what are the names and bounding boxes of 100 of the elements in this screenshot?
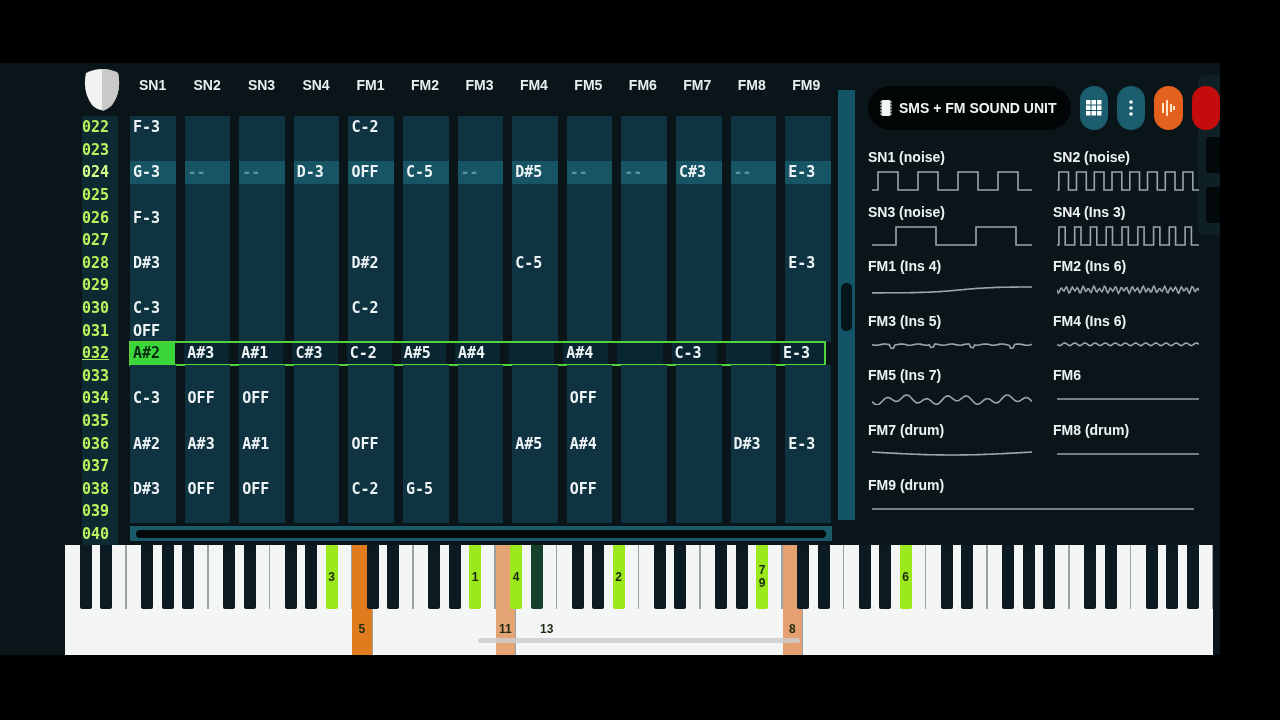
horizontal-scrollbar[interactable]: [130, 526, 832, 541]
channel-header[interactable]: FM4: [511, 76, 566, 93]
note-cell[interactable]: D#5: [512, 161, 558, 184]
empty-cell[interactable]: [184, 138, 231, 162]
empty-cell[interactable]: [566, 500, 613, 523]
note-cell[interactable]: F-3: [130, 206, 176, 229]
note-cell[interactable]: OFF: [184, 387, 231, 410]
empty-cell[interactable]: [130, 364, 176, 388]
note-cell[interactable]: E-3: [785, 161, 831, 184]
empty-cell[interactable]: [730, 364, 777, 388]
note-cell[interactable]: OFF: [239, 387, 285, 410]
empty-cell[interactable]: [293, 138, 340, 162]
empty-cell[interactable]: [512, 183, 558, 207]
empty-cell[interactable]: [785, 364, 831, 388]
empty-cell[interactable]: [785, 319, 831, 342]
note-cell[interactable]: C-2: [348, 296, 394, 320]
scroll-indicator[interactable]: [478, 638, 800, 643]
empty-cell[interactable]: [457, 138, 504, 162]
empty-cell[interactable]: [675, 500, 722, 523]
empty-cell[interactable]: [402, 116, 449, 139]
note-cell[interactable]: C#3: [675, 161, 722, 184]
empty-cell[interactable]: [730, 116, 777, 139]
channel-header[interactable]: FM9: [783, 76, 838, 93]
empty-cell[interactable]: [293, 500, 340, 523]
empty-cell[interactable]: [512, 364, 558, 388]
empty-cell[interactable]: [130, 183, 176, 207]
note-cell[interactable]: C-2: [348, 116, 394, 139]
channel-header[interactable]: FM3: [456, 76, 512, 93]
empty-cell[interactable]: [512, 319, 558, 342]
note-cell[interactable]: D#3: [130, 251, 176, 275]
empty-cell[interactable]: [184, 183, 231, 207]
empty-cell[interactable]: [730, 183, 777, 207]
note-cell[interactable]: D#3: [130, 477, 176, 501]
empty-cell[interactable]: [730, 319, 777, 342]
empty-cell[interactable]: [184, 500, 231, 523]
empty-cell[interactable]: [675, 138, 722, 162]
more-button[interactable]: [1116, 86, 1146, 130]
note-cell[interactable]: D#3: [730, 432, 777, 455]
note-cell[interactable]: A#3: [184, 432, 231, 455]
empty-cell[interactable]: [348, 500, 394, 523]
empty-cell[interactable]: [402, 183, 449, 207]
empty-cell[interactable]: [512, 116, 558, 139]
empty-cell[interactable]: [293, 116, 340, 139]
note-cell[interactable]: C-2: [346, 341, 392, 365]
note-cell[interactable]: A#3: [184, 341, 230, 365]
empty-cell[interactable]: [348, 183, 394, 207]
piano-key[interactable]: 1: [469, 545, 481, 609]
note-cell[interactable]: A#4: [563, 341, 609, 365]
empty-cell[interactable]: [184, 319, 231, 342]
channel-header[interactable]: FM7: [674, 76, 730, 93]
note-cell[interactable]: OFF: [566, 387, 613, 410]
channel-header[interactable]: SN4: [293, 76, 348, 93]
note-cell[interactable]: G-5: [402, 477, 449, 501]
note-cell[interactable]: OFF: [130, 319, 176, 342]
empty-cell[interactable]: [293, 183, 340, 207]
sound-unit-chip[interactable]: SMS + FM SOUND UNIT: [868, 86, 1071, 130]
empty-cell[interactable]: [293, 364, 340, 388]
empty-cell[interactable]: [566, 183, 613, 207]
note-cell[interactable]: OFF: [348, 161, 394, 184]
empty-cell[interactable]: [239, 116, 285, 139]
empty-cell[interactable]: [457, 500, 504, 523]
empty-cell[interactable]: [402, 500, 449, 523]
note-cell[interactable]: A#2: [130, 432, 176, 455]
selected-note-cell[interactable]: A#2: [130, 341, 176, 365]
note-cell[interactable]: A#5: [512, 432, 558, 455]
note-cell[interactable]: C-3: [671, 341, 717, 365]
empty-cell[interactable]: [621, 364, 667, 388]
note-cell[interactable]: OFF: [239, 477, 285, 501]
empty-cell[interactable]: [675, 183, 722, 207]
note-cell[interactable]: C#3: [292, 341, 338, 365]
channel-header[interactable]: FM8: [729, 76, 784, 93]
empty-cell[interactable]: [402, 319, 449, 342]
empty-cell[interactable]: [566, 364, 613, 388]
empty-cell[interactable]: [785, 183, 831, 207]
piano-key[interactable]: 4: [510, 545, 522, 609]
empty-cell[interactable]: [239, 319, 285, 342]
empty-cell[interactable]: [785, 116, 831, 139]
empty-cell[interactable]: [621, 138, 667, 162]
empty-cell[interactable]: [239, 183, 285, 207]
empty-cell[interactable]: [457, 116, 504, 139]
empty-cell[interactable]: [785, 138, 831, 162]
empty-cell[interactable]: [566, 319, 613, 342]
empty-cell[interactable]: [730, 138, 777, 162]
empty-cell[interactable]: [675, 116, 722, 139]
note-cell[interactable]: OFF: [566, 477, 613, 501]
grid-button[interactable]: [1079, 86, 1108, 130]
note-cell[interactable]: C-3: [130, 296, 176, 320]
channel-header[interactable]: SN2: [184, 76, 239, 93]
empty-cell[interactable]: [621, 116, 667, 139]
channel-header[interactable]: FM1: [347, 76, 403, 93]
empty-cell[interactable]: [621, 319, 667, 342]
note-cell[interactable]: G-3: [130, 161, 176, 184]
note-cell[interactable]: F-3: [130, 116, 176, 139]
note-cell[interactable]: OFF: [184, 477, 231, 501]
note-cell[interactable]: D#2: [348, 251, 394, 275]
empty-cell[interactable]: [725, 341, 771, 365]
channel-header[interactable]: FM5: [565, 76, 621, 93]
empty-cell[interactable]: [621, 500, 667, 523]
note-cell[interactable]: A#5: [400, 341, 446, 365]
empty-cell[interactable]: [402, 364, 449, 388]
